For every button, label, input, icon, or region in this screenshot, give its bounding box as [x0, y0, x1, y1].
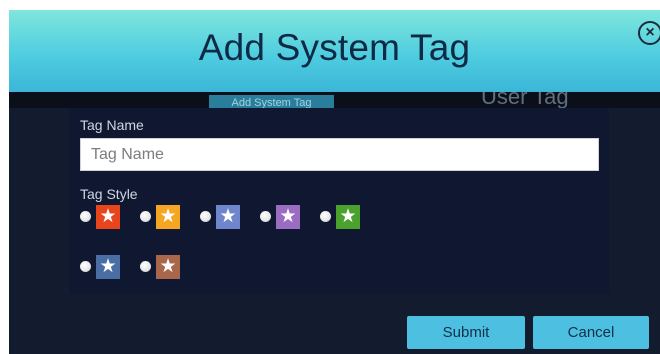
style-radio-lightblue[interactable]: [200, 211, 211, 222]
star-icon: ★: [96, 205, 120, 229]
star-icon: ★: [276, 205, 300, 229]
tag-name-label: Tag Name: [80, 117, 144, 133]
star-icon: ★: [156, 255, 180, 279]
background-tab-system-tag: Add System Tag: [209, 95, 334, 108]
dialog-title: Add System Tag: [198, 27, 471, 68]
style-radio-steelblue[interactable]: [80, 261, 91, 272]
star-icon: ★: [96, 255, 120, 279]
star-icon: ★: [156, 205, 180, 229]
style-radio-purple[interactable]: [260, 211, 271, 222]
tag-form-panel: Tag Name Tag Style ★ ★ ★ ★ ★ ★ ★: [69, 108, 609, 294]
background-tab-user-tag: User Tag: [481, 92, 569, 108]
style-radio-green[interactable]: [320, 211, 331, 222]
tag-name-input[interactable]: [80, 138, 599, 171]
tag-style-label: Tag Style: [80, 186, 138, 202]
cancel-button[interactable]: Cancel: [533, 316, 649, 349]
close-icon[interactable]: ×: [638, 21, 660, 45]
star-icon: ★: [216, 205, 240, 229]
dialog-header: Add System Tag: [9, 10, 660, 92]
star-icon: ★: [336, 205, 360, 229]
style-radio-red[interactable]: [80, 211, 91, 222]
style-radio-brown[interactable]: [140, 261, 151, 272]
style-radio-orange[interactable]: [140, 211, 151, 222]
submit-button[interactable]: Submit: [407, 316, 525, 349]
background-tabs: Add System Tag User Tag: [9, 92, 660, 108]
add-system-tag-dialog: Add System Tag × Add System Tag User Tag…: [9, 10, 660, 354]
